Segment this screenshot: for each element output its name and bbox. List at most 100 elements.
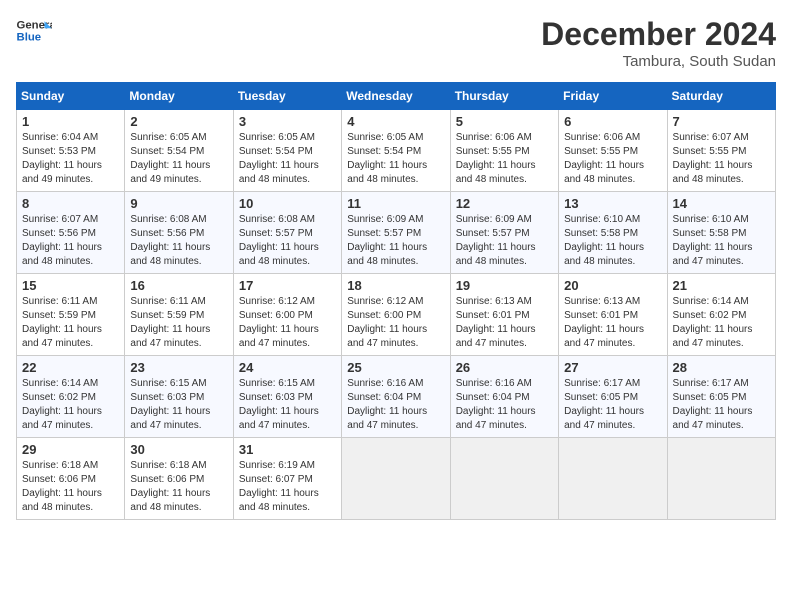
calendar-cell: 30 Sunrise: 6:18 AM Sunset: 6:06 PM Dayl…	[125, 438, 233, 520]
day-number: 3	[239, 114, 336, 129]
calendar-row: 8 Sunrise: 6:07 AM Sunset: 5:56 PM Dayli…	[17, 192, 776, 274]
calendar-row: 15 Sunrise: 6:11 AM Sunset: 5:59 PM Dayl…	[17, 274, 776, 356]
day-info: Sunrise: 6:09 AM Sunset: 5:57 PM Dayligh…	[456, 213, 553, 269]
col-thursday: Thursday	[450, 83, 558, 110]
day-info: Sunrise: 6:17 AM Sunset: 6:05 PM Dayligh…	[673, 377, 770, 433]
day-number: 12	[456, 196, 553, 211]
day-info: Sunrise: 6:11 AM Sunset: 5:59 PM Dayligh…	[22, 295, 119, 351]
calendar-cell: 13 Sunrise: 6:10 AM Sunset: 5:58 PM Dayl…	[559, 192, 667, 274]
calendar-cell: 21 Sunrise: 6:14 AM Sunset: 6:02 PM Dayl…	[667, 274, 775, 356]
day-number: 7	[673, 114, 770, 129]
day-info: Sunrise: 6:06 AM Sunset: 5:55 PM Dayligh…	[564, 131, 661, 187]
day-number: 5	[456, 114, 553, 129]
calendar-table: Sunday Monday Tuesday Wednesday Thursday…	[16, 82, 776, 520]
calendar-cell: 23 Sunrise: 6:15 AM Sunset: 6:03 PM Dayl…	[125, 356, 233, 438]
month-title: December 2024	[541, 16, 776, 53]
day-info: Sunrise: 6:19 AM Sunset: 6:07 PM Dayligh…	[239, 459, 336, 515]
calendar-cell: 6 Sunrise: 6:06 AM Sunset: 5:55 PM Dayli…	[559, 110, 667, 192]
day-info: Sunrise: 6:04 AM Sunset: 5:53 PM Dayligh…	[22, 131, 119, 187]
calendar-cell: 5 Sunrise: 6:06 AM Sunset: 5:55 PM Dayli…	[450, 110, 558, 192]
calendar-cell	[667, 438, 775, 520]
calendar-cell: 15 Sunrise: 6:11 AM Sunset: 5:59 PM Dayl…	[17, 274, 125, 356]
day-info: Sunrise: 6:05 AM Sunset: 5:54 PM Dayligh…	[347, 131, 444, 187]
calendar-cell: 10 Sunrise: 6:08 AM Sunset: 5:57 PM Dayl…	[233, 192, 341, 274]
day-info: Sunrise: 6:06 AM Sunset: 5:55 PM Dayligh…	[456, 131, 553, 187]
header-row: Sunday Monday Tuesday Wednesday Thursday…	[17, 83, 776, 110]
calendar-body: 1 Sunrise: 6:04 AM Sunset: 5:53 PM Dayli…	[17, 110, 776, 520]
day-number: 13	[564, 196, 661, 211]
page-header: General Blue December 2024 Tambura, Sout…	[16, 16, 776, 70]
day-number: 10	[239, 196, 336, 211]
day-info: Sunrise: 6:14 AM Sunset: 6:02 PM Dayligh…	[673, 295, 770, 351]
calendar-cell: 26 Sunrise: 6:16 AM Sunset: 6:04 PM Dayl…	[450, 356, 558, 438]
day-number: 20	[564, 278, 661, 293]
day-number: 4	[347, 114, 444, 129]
calendar-cell: 28 Sunrise: 6:17 AM Sunset: 6:05 PM Dayl…	[667, 356, 775, 438]
day-number: 31	[239, 442, 336, 457]
col-saturday: Saturday	[667, 83, 775, 110]
title-block: December 2024 Tambura, South Sudan	[541, 16, 776, 70]
day-number: 9	[130, 196, 227, 211]
calendar-cell: 9 Sunrise: 6:08 AM Sunset: 5:56 PM Dayli…	[125, 192, 233, 274]
day-number: 25	[347, 360, 444, 375]
col-monday: Monday	[125, 83, 233, 110]
day-number: 15	[22, 278, 119, 293]
day-info: Sunrise: 6:07 AM Sunset: 5:56 PM Dayligh…	[22, 213, 119, 269]
day-number: 18	[347, 278, 444, 293]
day-info: Sunrise: 6:08 AM Sunset: 5:56 PM Dayligh…	[130, 213, 227, 269]
calendar-cell: 16 Sunrise: 6:11 AM Sunset: 5:59 PM Dayl…	[125, 274, 233, 356]
calendar-cell: 4 Sunrise: 6:05 AM Sunset: 5:54 PM Dayli…	[342, 110, 450, 192]
calendar-cell: 7 Sunrise: 6:07 AM Sunset: 5:55 PM Dayli…	[667, 110, 775, 192]
day-info: Sunrise: 6:10 AM Sunset: 5:58 PM Dayligh…	[673, 213, 770, 269]
day-info: Sunrise: 6:13 AM Sunset: 6:01 PM Dayligh…	[564, 295, 661, 351]
day-number: 23	[130, 360, 227, 375]
calendar-row: 1 Sunrise: 6:04 AM Sunset: 5:53 PM Dayli…	[17, 110, 776, 192]
day-info: Sunrise: 6:05 AM Sunset: 5:54 PM Dayligh…	[130, 131, 227, 187]
location: Tambura, South Sudan	[541, 53, 776, 70]
day-number: 24	[239, 360, 336, 375]
day-number: 16	[130, 278, 227, 293]
day-info: Sunrise: 6:16 AM Sunset: 6:04 PM Dayligh…	[456, 377, 553, 433]
col-tuesday: Tuesday	[233, 83, 341, 110]
day-info: Sunrise: 6:11 AM Sunset: 5:59 PM Dayligh…	[130, 295, 227, 351]
day-number: 27	[564, 360, 661, 375]
calendar-row: 29 Sunrise: 6:18 AM Sunset: 6:06 PM Dayl…	[17, 438, 776, 520]
day-info: Sunrise: 6:07 AM Sunset: 5:55 PM Dayligh…	[673, 131, 770, 187]
calendar-cell: 24 Sunrise: 6:15 AM Sunset: 6:03 PM Dayl…	[233, 356, 341, 438]
day-number: 17	[239, 278, 336, 293]
day-number: 30	[130, 442, 227, 457]
day-info: Sunrise: 6:18 AM Sunset: 6:06 PM Dayligh…	[22, 459, 119, 515]
calendar-cell: 31 Sunrise: 6:19 AM Sunset: 6:07 PM Dayl…	[233, 438, 341, 520]
day-number: 14	[673, 196, 770, 211]
day-number: 1	[22, 114, 119, 129]
logo-icon: General Blue	[16, 16, 52, 44]
calendar-cell: 14 Sunrise: 6:10 AM Sunset: 5:58 PM Dayl…	[667, 192, 775, 274]
day-number: 11	[347, 196, 444, 211]
calendar-cell: 27 Sunrise: 6:17 AM Sunset: 6:05 PM Dayl…	[559, 356, 667, 438]
day-info: Sunrise: 6:17 AM Sunset: 6:05 PM Dayligh…	[564, 377, 661, 433]
calendar-cell: 12 Sunrise: 6:09 AM Sunset: 5:57 PM Dayl…	[450, 192, 558, 274]
col-sunday: Sunday	[17, 83, 125, 110]
day-number: 8	[22, 196, 119, 211]
day-number: 21	[673, 278, 770, 293]
day-info: Sunrise: 6:16 AM Sunset: 6:04 PM Dayligh…	[347, 377, 444, 433]
day-number: 26	[456, 360, 553, 375]
calendar-cell: 8 Sunrise: 6:07 AM Sunset: 5:56 PM Dayli…	[17, 192, 125, 274]
day-number: 22	[22, 360, 119, 375]
calendar-cell: 20 Sunrise: 6:13 AM Sunset: 6:01 PM Dayl…	[559, 274, 667, 356]
calendar-cell: 17 Sunrise: 6:12 AM Sunset: 6:00 PM Dayl…	[233, 274, 341, 356]
day-number: 2	[130, 114, 227, 129]
day-info: Sunrise: 6:18 AM Sunset: 6:06 PM Dayligh…	[130, 459, 227, 515]
calendar-cell: 19 Sunrise: 6:13 AM Sunset: 6:01 PM Dayl…	[450, 274, 558, 356]
day-number: 29	[22, 442, 119, 457]
day-info: Sunrise: 6:05 AM Sunset: 5:54 PM Dayligh…	[239, 131, 336, 187]
col-wednesday: Wednesday	[342, 83, 450, 110]
day-info: Sunrise: 6:14 AM Sunset: 6:02 PM Dayligh…	[22, 377, 119, 433]
day-info: Sunrise: 6:10 AM Sunset: 5:58 PM Dayligh…	[564, 213, 661, 269]
calendar-cell: 25 Sunrise: 6:16 AM Sunset: 6:04 PM Dayl…	[342, 356, 450, 438]
calendar-cell: 1 Sunrise: 6:04 AM Sunset: 5:53 PM Dayli…	[17, 110, 125, 192]
day-info: Sunrise: 6:13 AM Sunset: 6:01 PM Dayligh…	[456, 295, 553, 351]
calendar-cell: 18 Sunrise: 6:12 AM Sunset: 6:00 PM Dayl…	[342, 274, 450, 356]
calendar-cell: 29 Sunrise: 6:18 AM Sunset: 6:06 PM Dayl…	[17, 438, 125, 520]
day-info: Sunrise: 6:12 AM Sunset: 6:00 PM Dayligh…	[239, 295, 336, 351]
